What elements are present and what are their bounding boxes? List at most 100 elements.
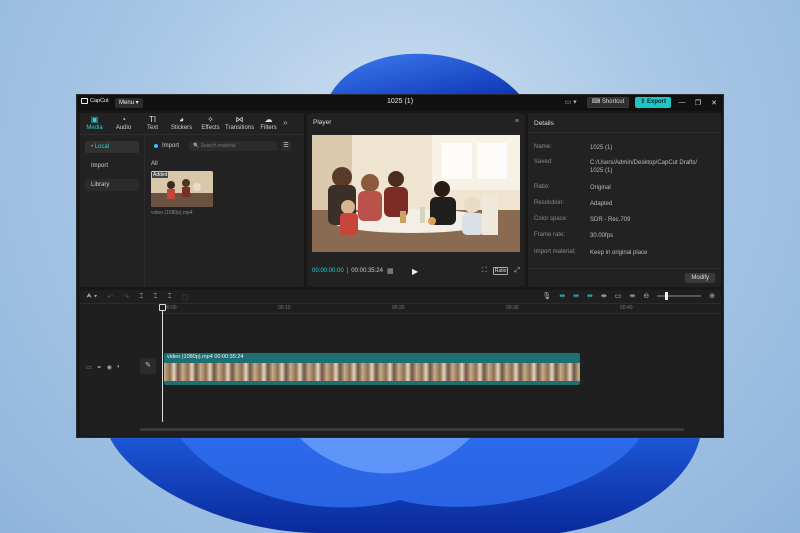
hide-icon[interactable]: ◉ — [107, 364, 112, 371]
detail-key: Ratio: — [534, 184, 550, 190]
tab-effects[interactable]: ✧ Effects — [196, 113, 225, 134]
nav-library[interactable]: Library — [85, 179, 139, 191]
nav-local[interactable]: • Local — [85, 141, 139, 153]
tab-label: Effects — [201, 125, 220, 131]
added-badge: Added — [152, 172, 169, 178]
export-button[interactable]: ⇪ Export — [635, 97, 671, 108]
shortcut-button[interactable]: ⌨ Shortcut — [586, 97, 630, 108]
tab-media[interactable]: ▣ Media — [80, 113, 109, 134]
redo-icon[interactable]: ↷ — [123, 293, 129, 301]
player-menu-icon[interactable]: ≡ — [515, 118, 519, 125]
play-button[interactable]: ▶ — [412, 267, 418, 276]
import-button[interactable]: Import — [153, 143, 179, 149]
fullscreen-icon[interactable]: ⤢ — [514, 267, 520, 275]
detail-row: Ratio: Original — [534, 184, 716, 192]
zoom-slider-knob[interactable] — [665, 292, 669, 300]
title-bar: CapCut Menu ▾ 1025 (1) ▭ ▾ ⌨ Shortcut ⇪ … — [77, 95, 723, 111]
ruler-label: 00:40 — [620, 305, 633, 311]
search-input[interactable]: 🔍 Search material — [189, 141, 278, 151]
import-label: Import — [162, 143, 180, 149]
detail-key: Frame rate: — [534, 232, 566, 238]
duration-timecode: 00:00:35:24 — [351, 268, 383, 274]
ratio-button[interactable]: Ratio — [492, 267, 509, 275]
undo-icon[interactable]: ↶ — [107, 293, 113, 301]
detail-key: Resolution: — [534, 200, 565, 206]
timeline-ruler[interactable]: 00:00 00:10 00:20 00:30 00:40 — [160, 304, 721, 314]
search-placeholder: Search material — [200, 143, 236, 149]
split-left-icon[interactable]: ⌶ — [153, 293, 157, 301]
tab-audio[interactable]: ◔ Audio — [109, 113, 138, 134]
detail-value: 30.00fps — [590, 233, 614, 239]
tab-label: Media — [86, 125, 103, 131]
video-preview[interactable] — [312, 135, 520, 252]
media-thumbnail[interactable]: Added — [151, 171, 213, 207]
timeline-toolbar: ⮝ ▾ ↶ ↷ ⌶ ⌶ ⌶ ▢ 🎙 ⇹ ⇹ ⇹ ⇼ ▭ ⇻ ⊖ ⊕ — [80, 290, 721, 304]
audio-icon: ◔ — [121, 115, 126, 124]
shortcut-label: Shortcut — [601, 99, 625, 105]
microphone-icon[interactable]: 🎙 — [542, 292, 551, 300]
tab-stickers[interactable]: ◕ Stickers — [167, 113, 196, 134]
details-title: Details — [534, 120, 554, 127]
detail-value: Keep in original place — [590, 250, 648, 256]
track-controls: ▭ ⚭ ◉ ◐ — [86, 364, 121, 371]
detail-value: Original — [590, 185, 611, 191]
auto-snap-icon[interactable]: ⇹ — [573, 292, 579, 300]
tab-filters[interactable]: ☁ Filters — [254, 113, 283, 134]
caption-icon[interactable]: ▭ — [615, 292, 622, 300]
timeline-panel: ⮝ ▾ ↶ ↷ ⌶ ⌶ ⌶ ▢ 🎙 ⇹ ⇹ ⇹ ⇼ ▭ ⇻ ⊖ ⊕ 00:00 … — [80, 290, 721, 436]
playhead[interactable] — [159, 304, 166, 422]
lock-icon[interactable]: ⚭ — [97, 364, 102, 371]
zoom-in-icon[interactable]: ⊕ — [709, 292, 715, 300]
detail-row: Frame rate: 30.00fps — [534, 232, 716, 240]
filter-all[interactable]: All — [151, 161, 158, 167]
clip-filmstrip — [164, 363, 580, 381]
cover-icon[interactable]: ▭ — [86, 364, 92, 371]
preview-axis-icon[interactable]: ⇼ — [601, 292, 607, 300]
delete-icon[interactable]: ▢ — [182, 293, 189, 301]
align-icon[interactable]: ⇻ — [629, 292, 635, 300]
details-panel: Details Name: 1025 (1) Saved: C:/Users/Adm… — [528, 113, 721, 287]
import-icon — [153, 143, 159, 149]
minimize-icon[interactable]: — — [677, 99, 687, 106]
zoom-slider[interactable] — [657, 292, 702, 300]
select-tool-icon[interactable]: ⮝ ▾ — [86, 293, 97, 301]
timeline-grid-icon[interactable]: ▦ — [387, 267, 394, 275]
ruler-label: 00:20 — [392, 305, 405, 311]
layout-icon[interactable]: ▭ ▾ — [565, 98, 581, 108]
tab-label: Filters — [260, 125, 277, 131]
fit-icon[interactable]: ⛶ — [482, 267, 487, 275]
tab-label: Text — [146, 125, 158, 131]
detail-key: Saved: — [534, 159, 553, 165]
list-view-icon[interactable]: ☰ — [281, 141, 292, 151]
timeline-scrollbar[interactable] — [140, 428, 684, 431]
modify-button[interactable]: Modify — [685, 273, 715, 283]
player-controls: 00:00:00:00 | 00:00:35:24 ▦ ▶ ⛶ Ratio ⤢ — [312, 265, 520, 277]
text-icon: TI — [148, 115, 157, 124]
edit-cover-icon[interactable]: ✎ — [140, 358, 156, 374]
linkage-icon[interactable]: ⇹ — [587, 292, 593, 300]
detail-row: Color space: SDR - Rec.709 — [534, 216, 716, 224]
split-right-icon[interactable]: ⌶ — [167, 293, 171, 301]
detail-row: Saved: C:/Users/Admin/Desktop/CapCut Draf… — [534, 159, 716, 175]
timecode-separator: | — [346, 268, 349, 274]
transitions-icon: ⋈ — [235, 115, 244, 124]
split-icon[interactable]: ⌶ — [139, 293, 143, 301]
more-tabs-icon[interactable]: » — [283, 113, 293, 134]
video-frame-image — [312, 135, 520, 252]
detail-row: Resolution: Adapted — [534, 200, 716, 208]
filters-icon: ☁ — [264, 115, 273, 124]
media-side-nav: • Local Import Library — [85, 141, 139, 198]
mute-icon[interactable]: ◐ — [117, 364, 121, 371]
video-clip[interactable]: video (1080p).mp4 00:00:35:24 — [164, 353, 580, 385]
zoom-out-icon[interactable]: ⊖ — [643, 292, 649, 300]
nav-import[interactable]: Import — [85, 160, 139, 172]
main-track-magnet-icon[interactable]: ⇹ — [559, 292, 565, 300]
tab-text[interactable]: TI Text — [138, 113, 167, 134]
close-icon[interactable]: ✕ — [709, 99, 719, 107]
maximize-icon[interactable]: ❐ — [693, 99, 703, 107]
toolbar-tabs: ▣ Media ◔ Audio TI Text ◕ Stickers ✧ Effects … — [80, 113, 304, 135]
playhead-handle[interactable] — [159, 304, 166, 311]
media-panel: ▣ Media ◔ Audio TI Text ◕ Stickers ✧ Effects … — [80, 113, 304, 287]
media-content: Import 🔍 Search material ☰ All Added vid… — [144, 135, 304, 287]
tab-transitions[interactable]: ⋈ Transitions — [225, 113, 254, 134]
